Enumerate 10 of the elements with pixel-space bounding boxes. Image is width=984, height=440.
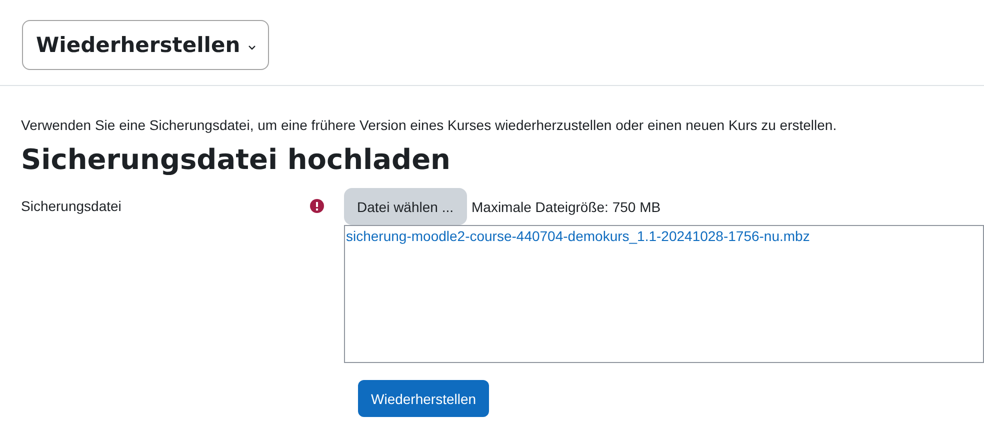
file-link[interactable]: sicherung-moodle2-course-440704-demokurs_1.1-20241028-1756-nu.mbz <box>346 228 810 244</box>
max-size-text: Maximale Dateigröße: 750 MB <box>472 198 661 214</box>
intro-text: Verwenden Sie eine Sicherungsdatei, um eine frühere Version eines Kurses wiederherzustellen oder einen neuen Kurs zu erstellen. <box>21 117 838 133</box>
section-heading: Sicherungsdatei hochladen <box>21 143 452 176</box>
page-menu-button[interactable]: Wiederherstellen <box>22 20 270 70</box>
choose-file-button[interactable]: Datei wählen ... <box>344 188 466 225</box>
caret-icon <box>248 44 256 50</box>
field-label: Sicherungsdatei <box>21 198 122 214</box>
restore-button[interactable]: Wiederherstellen <box>358 380 490 417</box>
file-drop-area[interactable]: sicherung-moodle2-course-440704-demokurs_1.1-20241028-1756-nu.mbz <box>344 225 984 363</box>
